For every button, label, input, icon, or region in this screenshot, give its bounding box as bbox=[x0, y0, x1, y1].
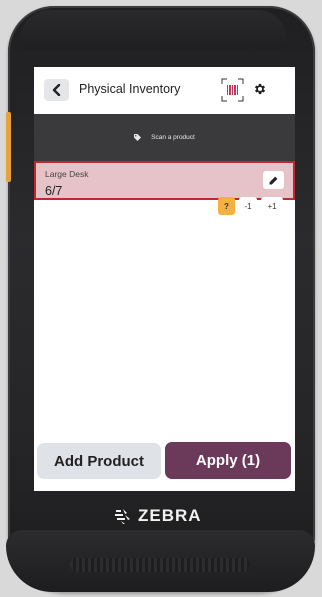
apply-button[interactable]: Apply (1) bbox=[165, 442, 291, 479]
device-top-bezel bbox=[20, 10, 287, 50]
device-brand: ZEBRA bbox=[113, 505, 202, 527]
device-speaker-grille bbox=[70, 558, 250, 572]
edit-button[interactable] bbox=[263, 171, 284, 189]
inventory-line-item[interactable]: Large Desk 6/7 ? -1 +1 bbox=[34, 161, 295, 215]
increment-button[interactable]: +1 bbox=[261, 197, 283, 215]
product-quantity: 6/7 bbox=[45, 184, 63, 198]
app-screen: Physical Inventory Scan a product Large … bbox=[34, 67, 295, 491]
unknown-quantity-button[interactable]: ? bbox=[218, 197, 235, 215]
gear-icon[interactable] bbox=[253, 82, 267, 96]
brand-text: ZEBRA bbox=[138, 506, 202, 525]
barcode-scan-icon[interactable] bbox=[221, 78, 244, 102]
add-product-button[interactable]: Add Product bbox=[37, 443, 161, 479]
app-header: Physical Inventory bbox=[34, 67, 295, 114]
product-name: Large Desk bbox=[45, 169, 89, 179]
tag-icon bbox=[134, 134, 142, 141]
chevron-left-icon bbox=[52, 84, 60, 96]
back-button[interactable] bbox=[44, 79, 69, 101]
banner-text: Scan a product bbox=[151, 134, 195, 141]
page-title: Physical Inventory bbox=[79, 82, 181, 96]
decrement-button[interactable]: -1 bbox=[239, 197, 257, 215]
zebra-logo-icon bbox=[115, 509, 130, 524]
pencil-icon bbox=[269, 176, 278, 184]
action-footer: Add Product Apply (1) bbox=[34, 439, 295, 491]
device-side-scan-button[interactable] bbox=[6, 112, 11, 182]
scan-banner: Scan a product bbox=[34, 114, 295, 161]
